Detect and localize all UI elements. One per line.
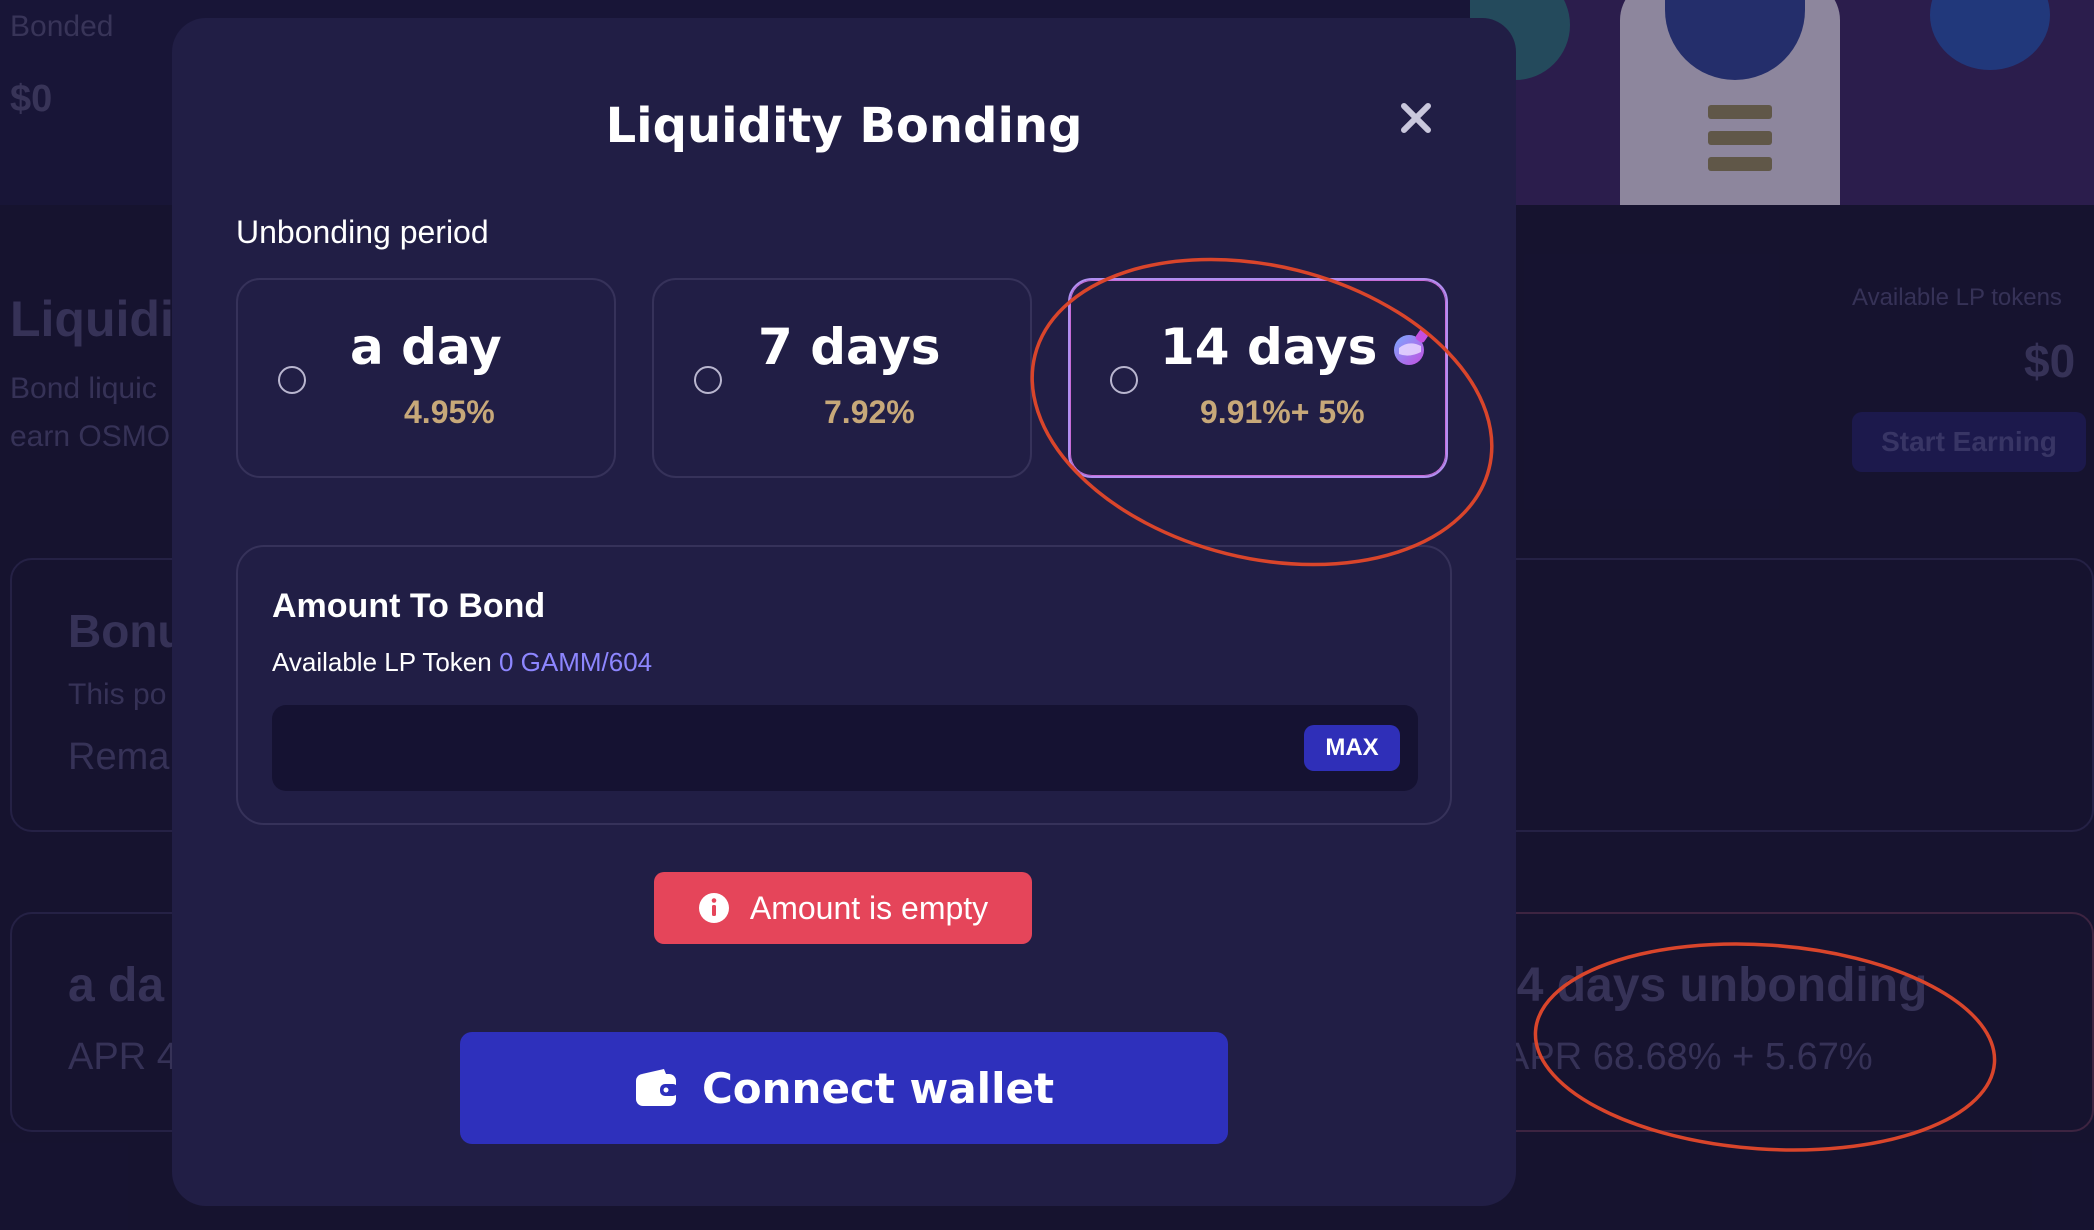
connect-wallet-button[interactable]: Connect wallet bbox=[460, 1032, 1228, 1144]
period-apr: 9.91%+ 5% bbox=[1200, 394, 1365, 430]
period-name-row: 14 days bbox=[1160, 318, 1431, 380]
period-name: 14 days bbox=[1160, 318, 1378, 376]
period-option-a-day[interactable]: a day 4.95% bbox=[236, 278, 616, 478]
potion-icon bbox=[1391, 322, 1431, 380]
available-lp-token: Available LP Token 0 GAMM/604 bbox=[272, 647, 652, 678]
modal-title: Liquidity Bonding bbox=[605, 98, 1083, 154]
max-button[interactable]: MAX bbox=[1304, 725, 1400, 771]
error-text: Amount is empty bbox=[749, 889, 989, 926]
unbonding-period-label: Unbonding period bbox=[236, 214, 489, 250]
period-apr: 4.95% bbox=[404, 394, 495, 430]
available-lp-value: 0 GAMM/604 bbox=[498, 647, 653, 677]
period-apr: 7.92% bbox=[824, 394, 915, 430]
amount-input[interactable]: MAX bbox=[272, 705, 1418, 791]
error-message: Amount is empty bbox=[654, 872, 1032, 944]
close-icon bbox=[1401, 103, 1431, 133]
available-lp-label: Available LP Token bbox=[272, 647, 492, 677]
info-icon bbox=[698, 893, 729, 923]
radio-button[interactable] bbox=[1110, 366, 1138, 394]
period-option-14-days[interactable]: 14 days 9.91%+ 5% bbox=[1068, 278, 1448, 478]
period-name: a day bbox=[350, 318, 502, 376]
period-name: 7 days bbox=[758, 318, 941, 376]
radio-button[interactable] bbox=[694, 366, 722, 394]
radio-button[interactable] bbox=[278, 366, 306, 394]
amount-title: Amount To Bond bbox=[272, 587, 546, 625]
liquidity-bonding-modal: Liquidity Bonding Unbonding period a day… bbox=[172, 18, 1516, 1206]
close-button[interactable] bbox=[1390, 92, 1442, 144]
wallet-icon bbox=[635, 1069, 678, 1106]
connect-wallet-label: Connect wallet bbox=[701, 1063, 1055, 1113]
amount-to-bond-panel: Amount To Bond Available LP Token 0 GAMM… bbox=[236, 545, 1452, 825]
period-option-7-days[interactable]: 7 days 7.92% bbox=[652, 278, 1032, 478]
